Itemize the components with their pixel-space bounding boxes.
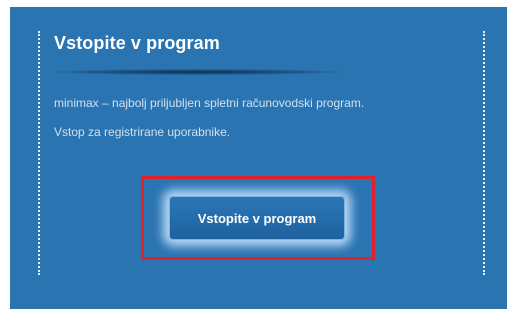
title-shadow-divider (52, 67, 342, 77)
program-description: minimax – najbolj priljubljen spletni ra… (54, 96, 365, 110)
login-panel: Vstopite v program minimax – najbolj pri… (10, 7, 507, 309)
left-dotted-divider (38, 31, 40, 275)
right-dotted-divider (483, 31, 485, 275)
panel-title: Vstopite v program (54, 33, 220, 53)
registered-users-text: Vstop za registrirane uporabnike. (54, 125, 231, 139)
enter-program-button[interactable]: Vstopite v program (169, 196, 345, 240)
